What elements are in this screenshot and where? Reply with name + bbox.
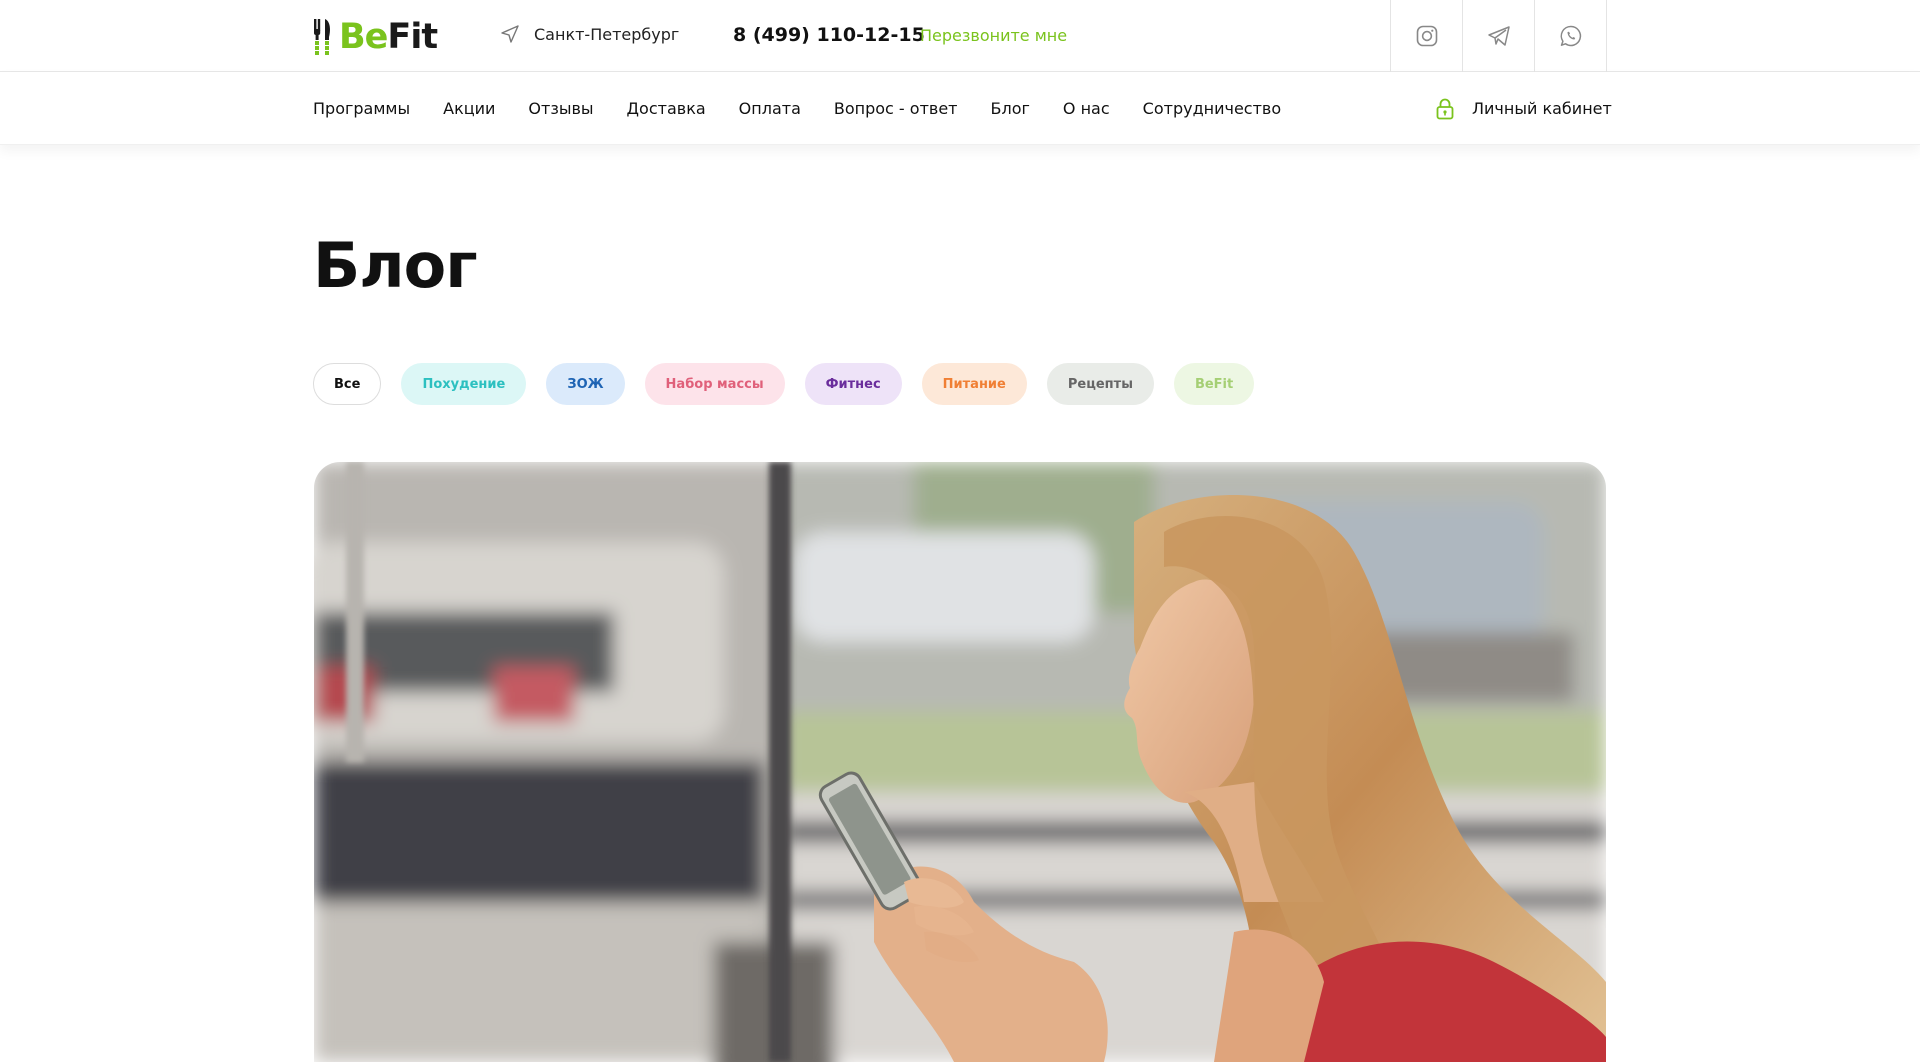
personal-account-label: Личный кабинет [1472, 99, 1612, 118]
filter-chip-all[interactable]: Все [313, 363, 382, 405]
personal-account-link[interactable]: Личный кабинет [1436, 72, 1612, 145]
fork-knife-icon [314, 19, 330, 55]
lock-icon [1436, 98, 1454, 119]
nav-item-reviews[interactable]: Отзывы [528, 99, 593, 118]
page-title: Блог [313, 229, 478, 302]
nav-item-payment[interactable]: Оплата [739, 99, 801, 118]
filter-chip-weight-loss[interactable]: Похудение [401, 363, 527, 405]
telegram-icon [1487, 26, 1510, 46]
location-arrow-icon [501, 25, 519, 43]
nav-item-faq[interactable]: Вопрос - ответ [834, 99, 958, 118]
woman-with-phone-photo [314, 462, 1606, 1062]
logo-fit: Fit [387, 16, 438, 57]
top-bar: BeFit Санкт-Петербург 8 (499) 110-12-15 … [0, 0, 1920, 72]
filter-chip-befit[interactable]: BeFit [1173, 363, 1255, 405]
city-label: Санкт-Петербург [534, 24, 680, 44]
filter-chip-mass-gain[interactable]: Набор массы [644, 363, 785, 405]
instagram-link[interactable] [1391, 0, 1463, 72]
filter-chip-nutrition[interactable]: Питание [921, 363, 1027, 405]
nav-item-promotions[interactable]: Акции [443, 99, 495, 118]
blog-category-filters: Все Похудение ЗОЖ Набор массы Фитнес Пит… [313, 363, 1255, 405]
featured-article-image[interactable] [314, 462, 1606, 1062]
logo[interactable]: BeFit [313, 15, 438, 59]
instagram-icon [1416, 25, 1437, 47]
logo-wordmark: BeFit [339, 16, 438, 57]
filter-chip-recipes[interactable]: Рецепты [1046, 363, 1154, 405]
nav-item-programs[interactable]: Программы [313, 99, 410, 118]
telegram-link[interactable] [1463, 0, 1535, 72]
nav-item-blog[interactable]: Блог [991, 99, 1030, 118]
city-selector[interactable]: Санкт-Петербург [500, 24, 679, 44]
social-links [1390, 0, 1607, 72]
filter-chip-fitness[interactable]: Фитнес [804, 363, 902, 405]
phone-number[interactable]: 8 (499) 110-12-15 [733, 24, 925, 46]
filter-chip-healthy-lifestyle[interactable]: ЗОЖ [546, 363, 625, 405]
main-nav: Программы Акции Отзывы Доставка Оплата В… [313, 72, 1314, 145]
whatsapp-link[interactable] [1535, 0, 1607, 72]
nav-item-about[interactable]: О нас [1063, 99, 1110, 118]
whatsapp-icon [1560, 25, 1581, 47]
callback-link[interactable]: Перезвоните мне [920, 26, 1067, 45]
nav-item-delivery[interactable]: Доставка [627, 99, 706, 118]
nav-item-cooperation[interactable]: Сотрудничество [1143, 99, 1281, 118]
logo-be: Be [339, 16, 388, 57]
main-navbar: Программы Акции Отзывы Доставка Оплата В… [0, 72, 1920, 145]
